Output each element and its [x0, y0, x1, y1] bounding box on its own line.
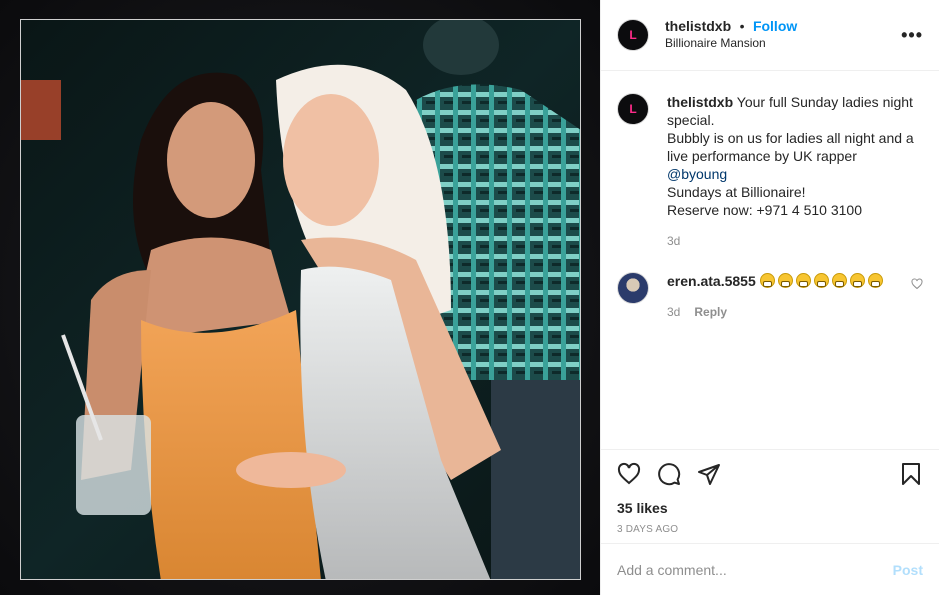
- grimacing-emoji-icon: [849, 273, 865, 288]
- heart-icon[interactable]: [617, 462, 641, 486]
- header-text: thelistdxb • Follow Billionaire Mansion: [665, 18, 797, 52]
- caption-avatar[interactable]: L: [617, 93, 649, 125]
- grimacing-emoji-icon: [813, 273, 829, 288]
- mention-link[interactable]: @byoung: [667, 166, 727, 182]
- grimacing-emoji-icon: [795, 273, 811, 288]
- post-button[interactable]: Post: [893, 562, 923, 578]
- location-link[interactable]: Billionaire Mansion: [665, 35, 797, 52]
- add-comment-bar: Post: [601, 543, 939, 595]
- reply-button[interactable]: Reply: [694, 305, 727, 319]
- comment-time: 3d: [667, 305, 681, 319]
- comment-item: eren.ata.5855 3d Reply: [617, 272, 923, 321]
- caption-line-4: Reserve now: +971 4 510 3100: [667, 202, 862, 218]
- comment-icon[interactable]: [657, 462, 681, 486]
- grimacing-emoji-icon: [867, 273, 883, 288]
- photo-illustration: [21, 20, 580, 579]
- username-link[interactable]: thelistdxb: [665, 18, 731, 34]
- caption-line-3: Sundays at Billionaire!: [667, 184, 806, 200]
- media-area: [0, 0, 600, 595]
- action-icons: [617, 462, 923, 486]
- comments-list: L thelistdxb Your full Sunday ladies nig…: [601, 71, 939, 449]
- post-header: L thelistdxb • Follow Billionaire Mansio…: [601, 0, 939, 71]
- share-icon[interactable]: [697, 462, 721, 486]
- like-comment-icon[interactable]: [911, 278, 923, 290]
- comment-meta: 3d Reply: [667, 303, 911, 321]
- post-time: 3 DAYS AGO: [617, 524, 679, 535]
- follow-button[interactable]: Follow: [753, 18, 797, 34]
- caption-line-2: Bubbly is on us for ladies all night and…: [667, 130, 914, 164]
- avatar[interactable]: L: [617, 19, 649, 51]
- grimacing-emoji-icon: [831, 273, 847, 288]
- grimacing-emoji-icon: [759, 273, 775, 288]
- separator-dot: •: [739, 18, 745, 34]
- caption-username[interactable]: thelistdxb: [667, 94, 733, 110]
- caption-text: thelistdxb Your full Sunday ladies night…: [667, 93, 923, 250]
- post-panel: L thelistdxb • Follow Billionaire Mansio…: [600, 0, 939, 595]
- caption: L thelistdxb Your full Sunday ladies nig…: [617, 93, 923, 250]
- more-icon[interactable]: •••: [901, 25, 923, 46]
- comment-text: eren.ata.5855 3d Reply: [667, 272, 911, 321]
- bookmark-icon[interactable]: [899, 462, 923, 486]
- caption-time: 3d: [667, 234, 681, 248]
- commenter-username[interactable]: eren.ata.5855: [667, 273, 756, 289]
- emoji-group: [759, 273, 886, 289]
- comment-input[interactable]: [617, 561, 893, 578]
- post-photo[interactable]: [20, 19, 581, 580]
- commenter-avatar[interactable]: [617, 272, 649, 304]
- likes-count[interactable]: 35 likes: [617, 500, 923, 516]
- grimacing-emoji-icon: [777, 273, 793, 288]
- actions-area: 35 likes 3 DAYS AGO: [601, 449, 939, 543]
